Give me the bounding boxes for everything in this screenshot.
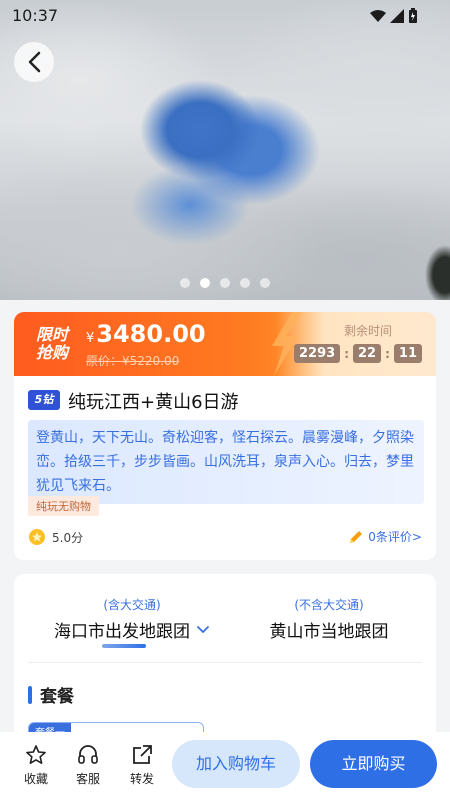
status-icons (370, 8, 418, 24)
star-icon (26, 745, 46, 764)
tour-option-local[interactable]: (不含大交通) 黄山市当地跟团 (244, 596, 414, 642)
reviews-link[interactable]: 0条评价> (348, 528, 422, 545)
customer-service-label: 客服 (75, 772, 100, 786)
timer-separator: : (344, 346, 349, 361)
add-to-cart-button[interactable]: 加入购物车 (172, 740, 300, 788)
carousel-dot[interactable] (180, 278, 190, 288)
back-button[interactable] (14, 42, 54, 82)
tour-option-departure[interactable]: (含大交通) 海口市出发地跟团 (42, 596, 222, 642)
rating: 5.0分 (28, 528, 83, 546)
buy-now-button[interactable]: 立即购买 (310, 740, 437, 788)
chevron-down-icon (197, 625, 209, 633)
divider (28, 662, 422, 663)
diamond-badge: 5钻 (28, 390, 60, 410)
reviews-count: 0条评价> (368, 530, 422, 544)
bottom-action-bar: 收藏 客服 转发 加入购物车 立即购买 (0, 732, 450, 800)
share-icon (133, 745, 152, 764)
timer-separator: : (385, 346, 390, 361)
feature-tag: 纯玩无购物 (28, 496, 99, 516)
favorite-label: 收藏 (23, 772, 48, 786)
favorite-button[interactable]: 收藏 (16, 744, 56, 787)
product-title: 纯玩江西+黄山6日游 (68, 392, 239, 413)
tour-option-label: 黄山市当地跟团 (269, 622, 389, 642)
section-accent-bar (28, 685, 32, 704)
battery-icon (409, 8, 417, 23)
wifi-icon (370, 10, 386, 22)
rating-score: 5.0分 (52, 530, 84, 545)
carousel-dot-active[interactable] (200, 278, 210, 288)
tour-option-main: 海口市出发地跟团 (42, 617, 222, 642)
tree-silhouette (420, 240, 450, 300)
current-price: ¥3480.00 (86, 320, 206, 348)
status-bar: 10:37 (0, 0, 450, 32)
signal-icon (390, 9, 404, 23)
section-title: 套餐 (40, 687, 74, 707)
product-description: 登黄山，天下无山。奇松迎客，怪石探云。晨雾漫峰，夕照染峦。拾级三千，步步皆画。山… (28, 420, 424, 504)
carousel-dot[interactable] (220, 278, 230, 288)
timer-minutes: 22 (353, 344, 382, 363)
remaining-time-label: 剩余时间 (343, 324, 392, 338)
tour-option-label: 海口市出发地跟团 (54, 622, 190, 642)
chevron-left-icon (28, 51, 41, 73)
share-button[interactable]: 转发 (122, 744, 162, 787)
carousel-indicator (0, 278, 450, 288)
flash-sale-label: 限时抢购 (36, 325, 69, 362)
pencil-icon (350, 530, 363, 543)
star-badge-icon (29, 529, 45, 545)
currency-symbol: ¥ (86, 331, 95, 346)
customer-service-button[interactable]: 客服 (68, 744, 108, 787)
product-info: 5钻 纯玩江西+黄山6日游 登黄山，天下无山。奇松迎客，怪石探云。晨雾漫峰，夕照… (14, 376, 436, 560)
tour-options-card: (含大交通) 海口市出发地跟团 (不含大交通) 黄山市当地跟团 套餐 套餐一 (14, 574, 436, 754)
timer-seconds: 11 (393, 344, 422, 363)
price-value: 3480.00 (96, 320, 206, 348)
share-label: 转发 (129, 772, 154, 786)
tour-option-sub: (含大交通) (103, 598, 161, 612)
original-price: 原价：¥5220.00 (86, 354, 180, 368)
product-card: 限时抢购 ¥3480.00 原价：¥5220.00 剩余时间 2293 : 22… (14, 312, 436, 560)
flash-sale-band: 限时抢购 ¥3480.00 原价：¥5220.00 剩余时间 2293 : 22… (14, 312, 436, 376)
carousel-dot[interactable] (240, 278, 250, 288)
tour-option-sub: (不含大交通) (294, 598, 364, 612)
status-time: 10:37 (12, 6, 59, 25)
countdown-timer: 2293 : 22 : 11 (294, 344, 422, 363)
hero-image (0, 0, 450, 300)
package-section-header: 套餐 (28, 682, 74, 707)
timer-hours: 2293 (294, 344, 341, 363)
active-tab-indicator (102, 644, 146, 648)
carousel-dot[interactable] (260, 278, 270, 288)
headset-icon (78, 745, 98, 764)
